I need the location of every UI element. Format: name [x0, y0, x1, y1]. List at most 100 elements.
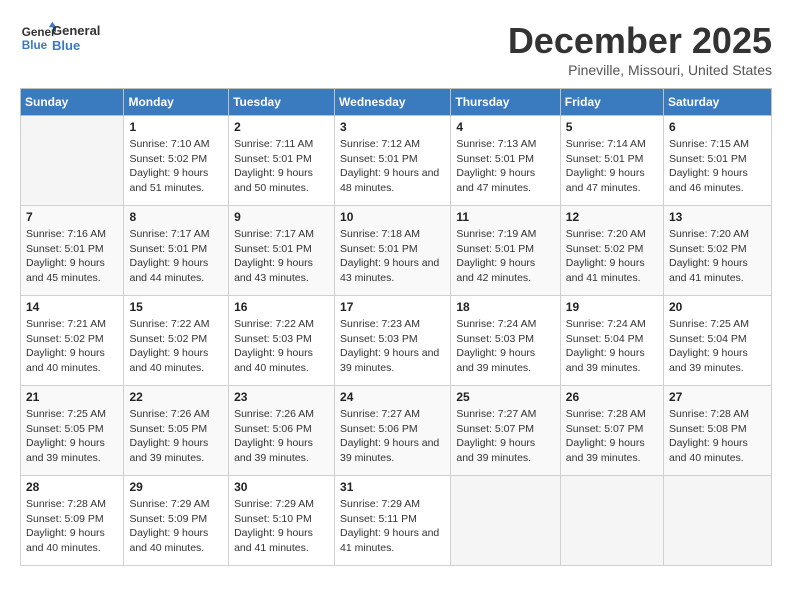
- table-row: [664, 476, 772, 566]
- day-number: 28: [26, 480, 118, 494]
- calendar-week-4: 21 Sunrise: 7:25 AMSunset: 5:05 PMDaylig…: [21, 386, 772, 476]
- day-number: 7: [26, 210, 118, 224]
- day-info: Sunrise: 7:25 AMSunset: 5:05 PMDaylight:…: [26, 407, 118, 466]
- calendar-table: Sunday Monday Tuesday Wednesday Thursday…: [20, 88, 772, 566]
- calendar-week-5: 28 Sunrise: 7:28 AMSunset: 5:09 PMDaylig…: [21, 476, 772, 566]
- day-number: 14: [26, 300, 118, 314]
- logo-icon: General Blue: [20, 20, 56, 56]
- calendar-week-3: 14 Sunrise: 7:21 AMSunset: 5:02 PMDaylig…: [21, 296, 772, 386]
- day-info: Sunrise: 7:12 AMSunset: 5:01 PMDaylight:…: [340, 137, 445, 196]
- day-number: 20: [669, 300, 766, 314]
- day-number: 21: [26, 390, 118, 404]
- day-info: Sunrise: 7:17 AMSunset: 5:01 PMDaylight:…: [234, 227, 329, 286]
- location-subtitle: Pineville, Missouri, United States: [508, 62, 772, 78]
- table-row: 3 Sunrise: 7:12 AMSunset: 5:01 PMDayligh…: [335, 116, 451, 206]
- day-info: Sunrise: 7:17 AMSunset: 5:01 PMDaylight:…: [129, 227, 223, 286]
- day-info: Sunrise: 7:23 AMSunset: 5:03 PMDaylight:…: [340, 317, 445, 376]
- table-row: 9 Sunrise: 7:17 AMSunset: 5:01 PMDayligh…: [229, 206, 335, 296]
- table-row: 25 Sunrise: 7:27 AMSunset: 5:07 PMDaylig…: [451, 386, 560, 476]
- title-area: December 2025 Pineville, Missouri, Unite…: [508, 20, 772, 78]
- table-row: 23 Sunrise: 7:26 AMSunset: 5:06 PMDaylig…: [229, 386, 335, 476]
- day-number: 25: [456, 390, 554, 404]
- day-info: Sunrise: 7:27 AMSunset: 5:07 PMDaylight:…: [456, 407, 554, 466]
- header-monday: Monday: [124, 89, 229, 116]
- day-info: Sunrise: 7:13 AMSunset: 5:01 PMDaylight:…: [456, 137, 554, 196]
- logo-line2: Blue: [52, 38, 100, 53]
- logo: General Blue General Blue: [20, 20, 100, 56]
- day-number: 12: [566, 210, 658, 224]
- day-number: 4: [456, 120, 554, 134]
- day-number: 2: [234, 120, 329, 134]
- table-row: 6 Sunrise: 7:15 AMSunset: 5:01 PMDayligh…: [664, 116, 772, 206]
- calendar-week-1: 1 Sunrise: 7:10 AMSunset: 5:02 PMDayligh…: [21, 116, 772, 206]
- day-info: Sunrise: 7:28 AMSunset: 5:08 PMDaylight:…: [669, 407, 766, 466]
- day-info: Sunrise: 7:25 AMSunset: 5:04 PMDaylight:…: [669, 317, 766, 376]
- table-row: 11 Sunrise: 7:19 AMSunset: 5:01 PMDaylig…: [451, 206, 560, 296]
- table-row: 14 Sunrise: 7:21 AMSunset: 5:02 PMDaylig…: [21, 296, 124, 386]
- day-number: 24: [340, 390, 445, 404]
- table-row: 27 Sunrise: 7:28 AMSunset: 5:08 PMDaylig…: [664, 386, 772, 476]
- table-row: 26 Sunrise: 7:28 AMSunset: 5:07 PMDaylig…: [560, 386, 663, 476]
- day-info: Sunrise: 7:14 AMSunset: 5:01 PMDaylight:…: [566, 137, 658, 196]
- calendar-week-2: 7 Sunrise: 7:16 AMSunset: 5:01 PMDayligh…: [21, 206, 772, 296]
- day-info: Sunrise: 7:15 AMSunset: 5:01 PMDaylight:…: [669, 137, 766, 196]
- table-row: 10 Sunrise: 7:18 AMSunset: 5:01 PMDaylig…: [335, 206, 451, 296]
- day-number: 18: [456, 300, 554, 314]
- table-row: 18 Sunrise: 7:24 AMSunset: 5:03 PMDaylig…: [451, 296, 560, 386]
- table-row: [451, 476, 560, 566]
- day-number: 15: [129, 300, 223, 314]
- day-number: 27: [669, 390, 766, 404]
- header-thursday: Thursday: [451, 89, 560, 116]
- table-row: 31 Sunrise: 7:29 AMSunset: 5:11 PMDaylig…: [335, 476, 451, 566]
- day-number: 11: [456, 210, 554, 224]
- day-number: 22: [129, 390, 223, 404]
- day-number: 8: [129, 210, 223, 224]
- table-row: 24 Sunrise: 7:27 AMSunset: 5:06 PMDaylig…: [335, 386, 451, 476]
- day-info: Sunrise: 7:11 AMSunset: 5:01 PMDaylight:…: [234, 137, 329, 196]
- day-number: 9: [234, 210, 329, 224]
- table-row: 13 Sunrise: 7:20 AMSunset: 5:02 PMDaylig…: [664, 206, 772, 296]
- table-row: 2 Sunrise: 7:11 AMSunset: 5:01 PMDayligh…: [229, 116, 335, 206]
- header-wednesday: Wednesday: [335, 89, 451, 116]
- day-info: Sunrise: 7:28 AMSunset: 5:09 PMDaylight:…: [26, 497, 118, 556]
- day-number: 26: [566, 390, 658, 404]
- table-row: 17 Sunrise: 7:23 AMSunset: 5:03 PMDaylig…: [335, 296, 451, 386]
- day-info: Sunrise: 7:22 AMSunset: 5:03 PMDaylight:…: [234, 317, 329, 376]
- table-row: [560, 476, 663, 566]
- day-number: 5: [566, 120, 658, 134]
- day-number: 30: [234, 480, 329, 494]
- day-info: Sunrise: 7:27 AMSunset: 5:06 PMDaylight:…: [340, 407, 445, 466]
- day-info: Sunrise: 7:28 AMSunset: 5:07 PMDaylight:…: [566, 407, 658, 466]
- table-row: 20 Sunrise: 7:25 AMSunset: 5:04 PMDaylig…: [664, 296, 772, 386]
- day-info: Sunrise: 7:16 AMSunset: 5:01 PMDaylight:…: [26, 227, 118, 286]
- table-row: 15 Sunrise: 7:22 AMSunset: 5:02 PMDaylig…: [124, 296, 229, 386]
- table-row: 12 Sunrise: 7:20 AMSunset: 5:02 PMDaylig…: [560, 206, 663, 296]
- table-row: 19 Sunrise: 7:24 AMSunset: 5:04 PMDaylig…: [560, 296, 663, 386]
- day-info: Sunrise: 7:24 AMSunset: 5:03 PMDaylight:…: [456, 317, 554, 376]
- day-info: Sunrise: 7:26 AMSunset: 5:05 PMDaylight:…: [129, 407, 223, 466]
- table-row: 16 Sunrise: 7:22 AMSunset: 5:03 PMDaylig…: [229, 296, 335, 386]
- day-info: Sunrise: 7:18 AMSunset: 5:01 PMDaylight:…: [340, 227, 445, 286]
- day-info: Sunrise: 7:29 AMSunset: 5:11 PMDaylight:…: [340, 497, 445, 556]
- table-row: 28 Sunrise: 7:28 AMSunset: 5:09 PMDaylig…: [21, 476, 124, 566]
- table-row: 21 Sunrise: 7:25 AMSunset: 5:05 PMDaylig…: [21, 386, 124, 476]
- table-row: 7 Sunrise: 7:16 AMSunset: 5:01 PMDayligh…: [21, 206, 124, 296]
- day-number: 31: [340, 480, 445, 494]
- day-number: 13: [669, 210, 766, 224]
- day-number: 1: [129, 120, 223, 134]
- day-number: 19: [566, 300, 658, 314]
- header-sunday: Sunday: [21, 89, 124, 116]
- day-info: Sunrise: 7:26 AMSunset: 5:06 PMDaylight:…: [234, 407, 329, 466]
- calendar-header-row: Sunday Monday Tuesday Wednesday Thursday…: [21, 89, 772, 116]
- header-tuesday: Tuesday: [229, 89, 335, 116]
- day-number: 3: [340, 120, 445, 134]
- table-row: 22 Sunrise: 7:26 AMSunset: 5:05 PMDaylig…: [124, 386, 229, 476]
- table-row: 8 Sunrise: 7:17 AMSunset: 5:01 PMDayligh…: [124, 206, 229, 296]
- svg-text:Blue: Blue: [22, 39, 48, 52]
- logo-line1: General: [52, 23, 100, 38]
- day-number: 16: [234, 300, 329, 314]
- header-friday: Friday: [560, 89, 663, 116]
- table-row: 5 Sunrise: 7:14 AMSunset: 5:01 PMDayligh…: [560, 116, 663, 206]
- month-title: December 2025: [508, 20, 772, 62]
- table-row: 4 Sunrise: 7:13 AMSunset: 5:01 PMDayligh…: [451, 116, 560, 206]
